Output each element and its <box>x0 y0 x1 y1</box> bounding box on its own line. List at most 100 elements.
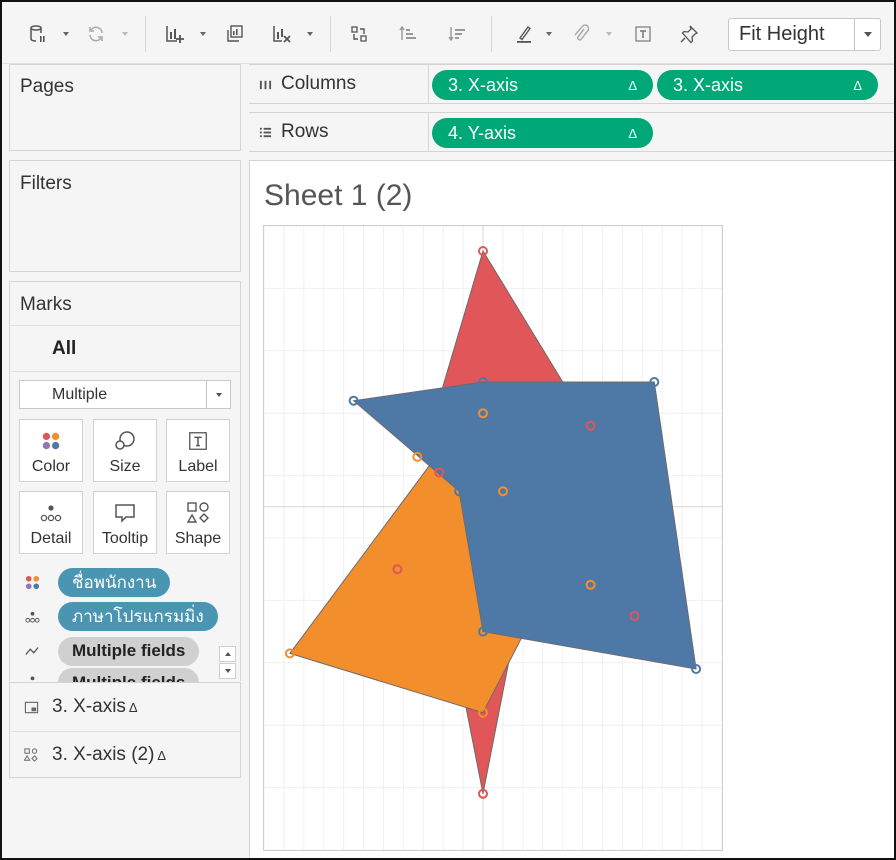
columns-label: Columns <box>249 65 429 103</box>
duplicate-sheet-icon[interactable] <box>222 22 246 46</box>
filters-card[interactable]: Filters <box>9 160 241 272</box>
programming-language-pill[interactable]: ภาษาโปรแกรมมิ่ง <box>58 601 218 631</box>
pin-icon[interactable] <box>677 22 701 46</box>
pages-card[interactable]: Pages <box>9 64 241 151</box>
calc-delta-icon: Δ <box>128 699 138 715</box>
columns-pill-x-axis-2[interactable]: 3. X-axis Δ <box>657 70 878 100</box>
rows-label: Rows <box>249 113 429 151</box>
label-button[interactable]: Label <box>166 419 230 482</box>
detail-icon <box>18 606 46 626</box>
toolbar-separator <box>145 16 146 52</box>
marks-title: Marks <box>20 294 72 315</box>
chevron-down-icon[interactable] <box>206 381 230 408</box>
legend-label: 3. X-axis <box>52 696 126 717</box>
path-icon <box>18 641 46 661</box>
detail-button-label: Detail <box>30 530 72 547</box>
polygon-chart[interactable] <box>264 226 722 850</box>
sheet-title: Sheet 1 (2) <box>264 179 413 212</box>
text-label-icon <box>185 428 211 454</box>
calc-delta-icon: Δ <box>628 125 637 141</box>
tooltip-icon <box>112 500 138 526</box>
shape-icon <box>185 500 211 526</box>
datasource-icon[interactable] <box>26 22 50 46</box>
tooltip-button[interactable]: Tooltip <box>93 491 157 554</box>
calc-delta-icon: Δ <box>157 747 167 763</box>
chevron-down-icon[interactable] <box>854 19 880 50</box>
refresh-icon[interactable] <box>84 22 108 46</box>
color-icon <box>18 572 46 592</box>
color-button[interactable]: Color <box>19 419 83 482</box>
rows-label-text: Rows <box>281 121 329 142</box>
mark-type-select[interactable]: Multiple <box>19 380 231 409</box>
marks-shelf-detail: ภาษาโปรแกรมมิ่ง <box>18 600 218 632</box>
shape-button[interactable]: Shape <box>166 491 230 554</box>
worksheet-view: Sheet 1 (2) <box>249 160 894 858</box>
pill-label: 3. X-axis <box>448 74 519 95</box>
multiple-fields-pill[interactable]: Multiple fields <box>58 636 200 666</box>
shape-legend-icon <box>10 748 52 762</box>
columns-shelf: Columns 3. X-axis Δ 3. X-axis Δ <box>249 64 894 104</box>
tooltip-button-label: Tooltip <box>101 530 149 547</box>
new-worksheet-icon[interactable] <box>162 22 186 46</box>
columns-label-text: Columns <box>281 73 356 94</box>
rows-shelf: Rows 4. Y-axis Δ <box>249 112 894 152</box>
columns-pill-x-axis[interactable]: 3. X-axis Δ <box>432 70 653 100</box>
mark-type-label: Multiple <box>52 385 108 403</box>
legends-card: 3. X-axis Δ 3. X-axis (2) Δ <box>9 682 241 778</box>
toolbar-separator <box>491 16 492 52</box>
clear-sheet-dropdown[interactable] <box>304 22 316 46</box>
show-labels-icon[interactable] <box>631 22 655 46</box>
fit-height-select[interactable]: Fit Height <box>728 18 881 51</box>
marks-shelf-path: Multiple fields <box>18 635 200 667</box>
highlight-dropdown[interactable] <box>543 22 555 46</box>
group-dropdown[interactable] <box>603 22 615 46</box>
swap-axes-icon[interactable] <box>347 22 371 46</box>
sort-ascending-icon[interactable] <box>396 22 420 46</box>
detail-button[interactable]: Detail <box>19 491 83 554</box>
color-button-label: Color <box>31 458 71 475</box>
sort-descending-icon[interactable] <box>445 22 469 46</box>
detail-icon <box>38 500 64 526</box>
rows-pill-y-axis[interactable]: 4. Y-axis Δ <box>432 118 653 148</box>
filters-title: Filters <box>20 173 72 194</box>
marks-all-tab[interactable]: All <box>52 338 76 360</box>
legend-label: 3. X-axis (2) <box>52 744 155 765</box>
pages-title: Pages <box>20 76 74 97</box>
refresh-dropdown[interactable] <box>119 22 131 46</box>
shape-button-label: Shape <box>174 530 222 547</box>
multiple-fields-pill[interactable]: Multiple fields <box>58 668 200 682</box>
marks-shelf-color: ชื่อพนักงาน <box>18 566 171 598</box>
legend-icon <box>10 700 52 715</box>
marks-card: Marks All Multiple Color Size Label Deta… <box>9 281 241 682</box>
chart-area[interactable] <box>263 225 723 851</box>
fit-height-label: Fit Height <box>739 23 825 45</box>
scroll-up-button[interactable] <box>219 646 236 662</box>
label-button-label: Label <box>178 458 218 475</box>
scroll-down-button[interactable] <box>219 663 236 679</box>
size-button[interactable]: Size <box>93 419 157 482</box>
toolbar-separator <box>330 16 331 52</box>
toolbar: Fit Height <box>2 2 894 64</box>
pill-label: 4. Y-axis <box>448 122 517 143</box>
pill-label: 3. X-axis <box>673 74 744 95</box>
group-icon[interactable] <box>569 22 593 46</box>
rows-icon <box>249 126 281 139</box>
size-icon <box>112 428 138 454</box>
calc-delta-icon: Δ <box>853 77 862 93</box>
columns-icon <box>249 78 281 91</box>
datasource-dropdown[interactable] <box>60 22 72 46</box>
tableau-window: Fit Height Pages Filters Marks All Multi… <box>0 0 896 860</box>
new-worksheet-dropdown[interactable] <box>197 22 209 46</box>
legend-x-axis-2[interactable]: 3. X-axis (2) Δ <box>10 732 240 778</box>
detail-icon <box>18 668 46 682</box>
employee-name-pill[interactable]: ชื่อพนักงาน <box>58 567 171 597</box>
legend-x-axis[interactable]: 3. X-axis Δ <box>10 684 240 730</box>
divider <box>10 325 240 326</box>
highlight-icon[interactable] <box>512 22 536 46</box>
marks-shelf-partial: Multiple fields <box>18 668 200 682</box>
calc-delta-icon: Δ <box>628 77 637 93</box>
clear-sheet-icon[interactable] <box>269 22 293 46</box>
divider <box>10 371 240 372</box>
color-icon <box>38 428 64 454</box>
size-button-label: Size <box>109 458 141 475</box>
